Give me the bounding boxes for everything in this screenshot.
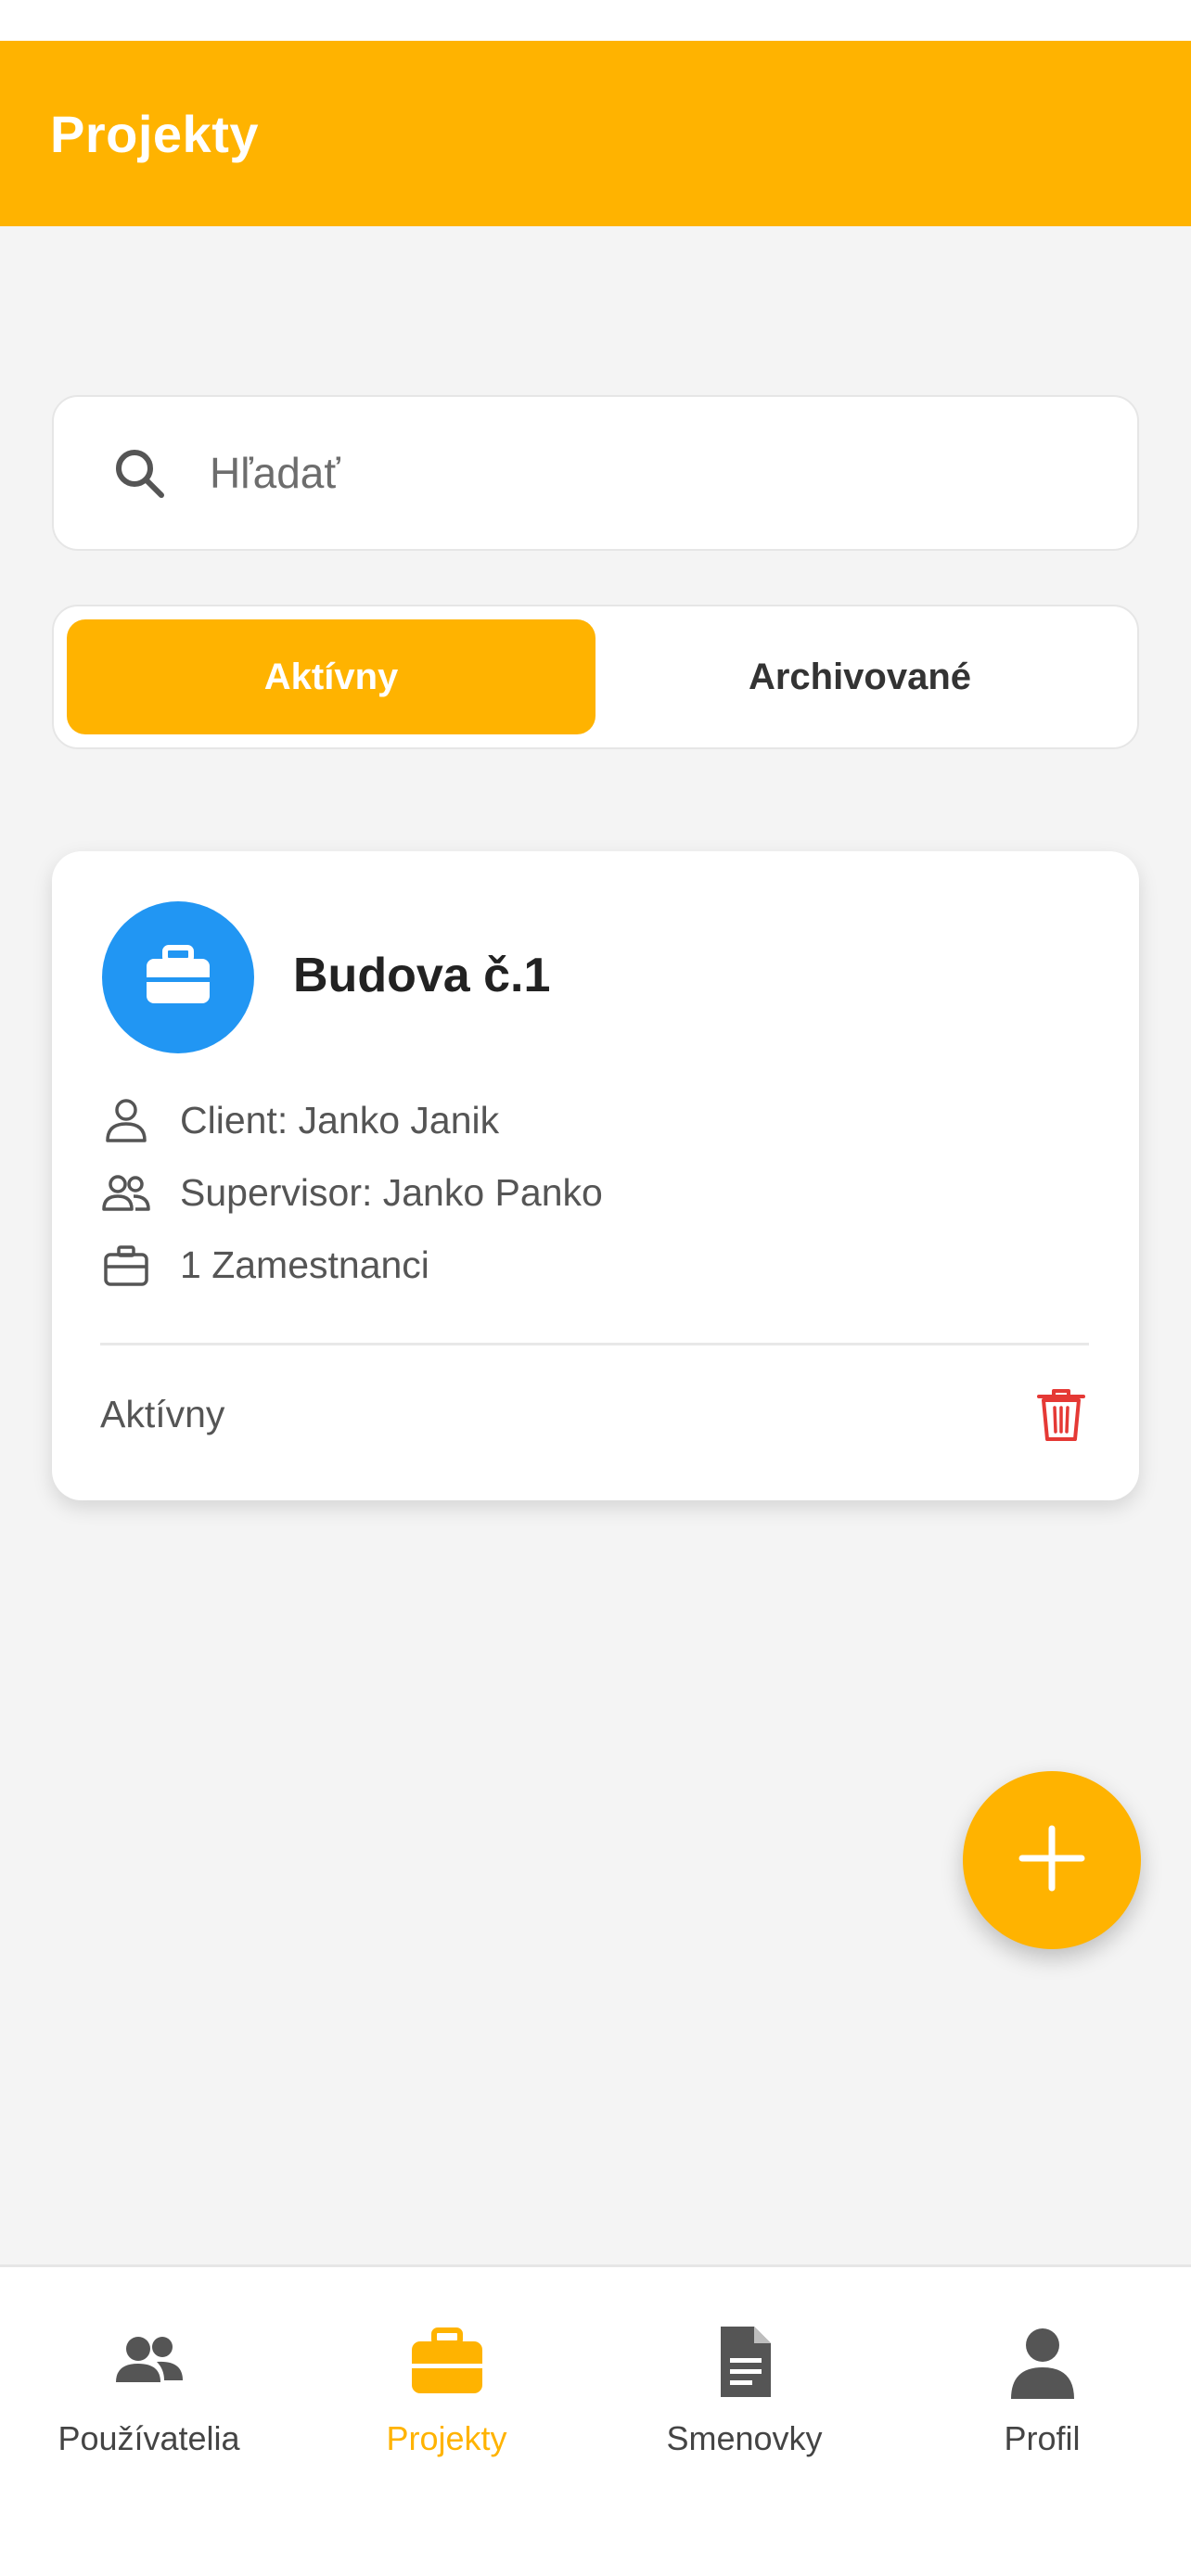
nav-item-shifts[interactable]: Smenovky <box>596 2267 893 2576</box>
add-project-button[interactable] <box>963 1771 1141 1949</box>
project-filter-tabs: Aktívny Archivované <box>52 605 1139 749</box>
project-client-row: Client: Janko Janik <box>100 1092 499 1148</box>
tab-active[interactable]: Aktívny <box>67 619 596 734</box>
project-supervisor: Supervisor: Janko Panko <box>180 1170 603 1214</box>
search-input[interactable] <box>208 436 1043 510</box>
card-divider <box>100 1343 1089 1345</box>
group-outline-icon <box>100 1167 152 1218</box>
trash-icon <box>1033 1385 1089 1449</box>
search-icon <box>109 443 169 503</box>
nav-label-users: Používatelia <box>58 2419 240 2457</box>
plus-icon <box>1017 1823 1087 1898</box>
person-outline-icon <box>100 1094 152 1146</box>
nav-label-profile: Profil <box>1004 2419 1081 2457</box>
project-client: Client: Janko Janik <box>180 1098 500 1141</box>
search-box[interactable] <box>52 395 1139 551</box>
project-card[interactable]: Budova č.1 Client: Janko Janik Superviso… <box>52 851 1139 1500</box>
nav-item-profile[interactable]: Profil <box>893 2267 1191 2576</box>
person-icon <box>1002 2321 1083 2403</box>
project-employees: 1 Zamestnanci <box>180 1243 429 1286</box>
document-icon <box>704 2321 786 2403</box>
nav-label-projects: Projekty <box>386 2419 507 2457</box>
project-employees-row: 1 Zamestnanci <box>100 1237 429 1293</box>
project-name: Budova č.1 <box>293 949 551 1002</box>
status-bar <box>0 0 1191 41</box>
briefcase-icon <box>406 2321 488 2403</box>
users-icon <box>109 2321 190 2403</box>
project-status: Aktívny <box>100 1393 225 1435</box>
briefcase-icon <box>139 937 217 1019</box>
page-title: Projekty <box>50 104 259 163</box>
tab-archived[interactable]: Archivované <box>596 619 1124 734</box>
bottom-navigation: Používatelia Projekty Smenovky Profil <box>0 2264 1191 2576</box>
project-avatar <box>102 901 254 1053</box>
project-supervisor-row: Supervisor: Janko Panko <box>100 1165 603 1220</box>
briefcase-outline-icon <box>100 1239 152 1291</box>
delete-project-button[interactable] <box>1028 1384 1095 1450</box>
app-bar: Projekty <box>0 41 1191 226</box>
nav-item-projects[interactable]: Projekty <box>298 2267 596 2576</box>
nav-item-users[interactable]: Používatelia <box>0 2267 298 2576</box>
nav-label-shifts: Smenovky <box>666 2419 823 2457</box>
